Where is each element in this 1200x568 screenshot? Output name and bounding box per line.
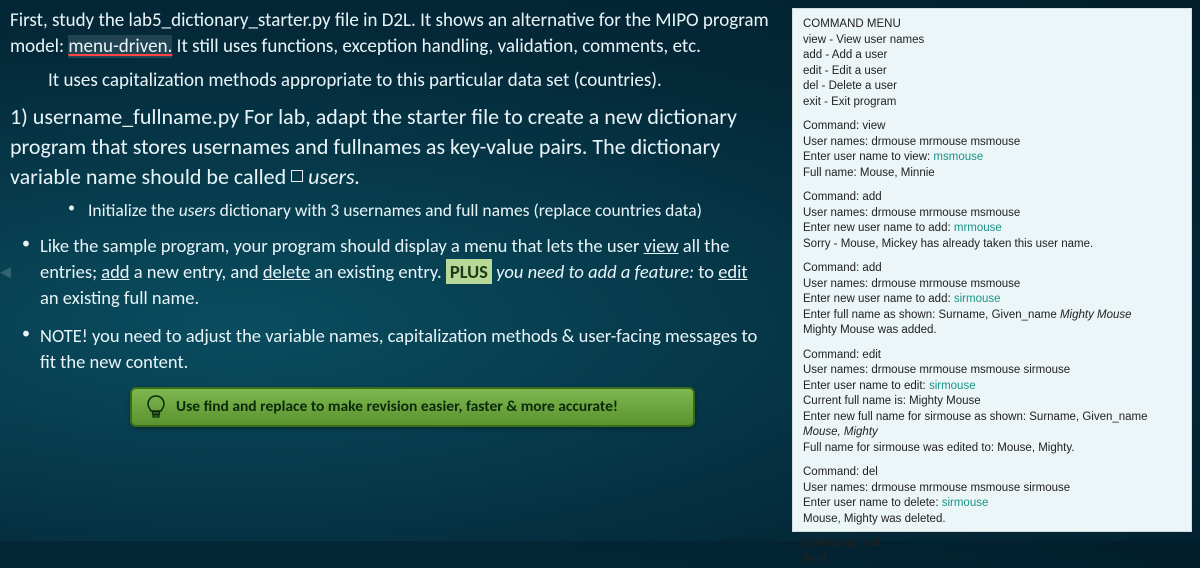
bullet-initialize: Initialize the users dictionary with 3 u… [88,199,780,221]
edit-l4: Current full name is: Mighty Mouse [803,394,1181,410]
view-l3b: msmouse [933,151,983,163]
add1-l3: Enter new user name to add: mrmouse [803,221,1181,237]
intro-text-b: It still uses functions, exception handl… [172,35,701,58]
edit-l6: Full name for sirmouse was edited to: Mo… [803,441,1181,457]
view-l3a: Enter user name to view: [803,151,933,163]
menu-edit: edit - Edit a user [803,64,1181,80]
del-l3: Enter user name to delete: sirmouse [803,496,1181,512]
tip-text: Use find and replace to make revision ea… [176,397,618,416]
edit-l3a: Enter user name to edit: [803,380,929,392]
feat-add: add [101,260,129,283]
session-add-dup: Command: add User names: drmouse mrmouse… [803,190,1181,252]
edit-l2: User names: drmouse mrmouse msmouse sirm… [803,363,1181,379]
capitalization-note: It uses capitalization methods appropria… [10,69,780,92]
edit-l5b: Mouse, Mighty [803,426,878,438]
feat-edit: edit [718,260,747,283]
task-1-heading: 1) username_fullname.py For lab, adapt t… [10,102,780,191]
add2-l3a: Enter new user name to add: [803,293,954,305]
menu-view: view - View user names [803,33,1181,49]
init-users: users [179,199,216,221]
feat-e: you need to add a feature: [492,260,694,283]
add2-l4a: Enter full name as shown: Surname, Given… [803,309,1060,321]
menu-del: del - Delete a user [803,79,1181,95]
console-output-panel: COMMAND MENU view - View user names add … [792,8,1192,532]
session-del: Command: del User names: drmouse mrmouse… [803,465,1181,527]
add2-l2: User names: drmouse mrmouse msmouse [803,277,1181,293]
view-l4: Full name: Mouse, Minnie [803,166,1181,182]
init-a: Initialize the [88,199,179,221]
view-l1: Command: view [803,119,1181,135]
add2-l4b: Mighty Mouse [1060,309,1132,321]
users-var: users. [303,163,360,190]
edit-l5: Enter new full name for sirmouse as show… [803,410,1181,441]
session-add-new: Command: add User names: drmouse mrmouse… [803,261,1181,339]
add2-l4: Enter full name as shown: Surname, Given… [803,308,1181,324]
feat-a: Like the sample program, your program sh… [40,234,644,257]
view-l3: Enter user name to view: msmouse [803,150,1181,166]
add1-l2: User names: drmouse mrmouse msmouse [803,206,1181,222]
cursor-icon [291,170,303,182]
del-l3a: Enter user name to delete: [803,497,942,509]
del-l2: User names: drmouse mrmouse msmouse sirm… [803,481,1181,497]
feat-d: an existing entry. [310,260,446,283]
slide-body: First, study the lab5_dictionary_starter… [10,8,780,427]
task-filename: username_fullname.py [33,103,239,130]
exit-l2: Bye! [803,552,1181,568]
menu-add: add - Add a user [803,48,1181,64]
add1-l4: Sorry - Mouse, Mickey has already taken … [803,237,1181,253]
session-view: Command: view User names: drmouse mrmous… [803,119,1181,181]
session-exit: Command: exit Bye! [803,536,1181,567]
task-number: 1) [10,103,33,130]
add1-l3a: Enter new user name to add: [803,222,954,234]
add2-l1: Command: add [803,261,1181,277]
init-b: dictionary with 3 usernames and full nam… [216,199,702,221]
edit-l5a: Enter new full name for sirmouse as show… [803,411,1148,423]
del-l4: Mouse, Mighty was deleted. [803,512,1181,528]
plus-badge: PLUS [446,259,492,284]
add2-l3b: sirmouse [954,293,1001,305]
menu-title: COMMAND MENU [803,17,1181,33]
command-menu-block: COMMAND MENU view - View user names add … [803,17,1181,110]
edit-l1: Command: edit [803,348,1181,364]
add1-l3b: mrmouse [954,222,1002,234]
exit-l1: Command: exit [803,536,1181,552]
edit-l3b: sirmouse [929,380,976,392]
feat-view: view [644,234,679,257]
menu-driven-highlight: menu-driven. [68,35,172,58]
feat-delete: delete [263,260,310,283]
add1-l1: Command: add [803,190,1181,206]
add2-l3: Enter new user name to add: sirmouse [803,292,1181,308]
lightbulb-icon [146,395,166,419]
session-edit: Command: edit User names: drmouse mrmous… [803,348,1181,457]
del-l3b: sirmouse [942,497,989,509]
intro-paragraph: First, study the lab5_dictionary_starter… [10,8,780,59]
feat-f: to [694,260,718,283]
feat-c: a new entry, and [130,260,263,283]
view-l2: User names: drmouse mrmouse msmouse [803,135,1181,151]
bullet-note: NOTE! you need to adjust the variable na… [40,323,780,375]
add2-l5: Mighty Mouse was added. [803,323,1181,339]
bullet-menu-features: Like the sample program, your program sh… [40,233,780,311]
edit-l3: Enter user name to edit: sirmouse [803,379,1181,395]
menu-exit: exit - Exit program [803,95,1181,111]
feat-g: an existing full name. [40,286,199,309]
del-l1: Command: del [803,465,1181,481]
tip-callout: Use find and replace to make revision ea… [130,387,695,427]
